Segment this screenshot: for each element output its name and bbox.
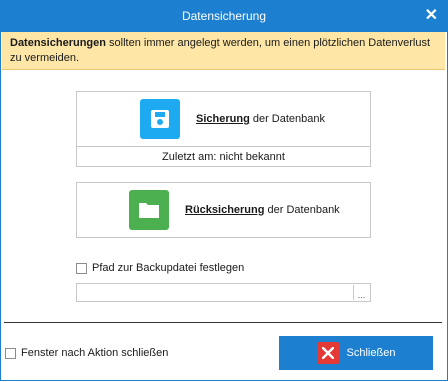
close-after-action-row[interactable]: Fenster nach Aktion schließen bbox=[5, 347, 168, 359]
close-after-action-checkbox[interactable] bbox=[5, 347, 16, 359]
close-icon[interactable]: ✕ bbox=[425, 7, 438, 25]
backup-path-checkbox-row[interactable]: Pfad zur Backupdatei festlegen bbox=[76, 262, 244, 274]
backup-button[interactable]: Sicherung der Datenbank bbox=[77, 92, 370, 146]
browse-button[interactable]: ... bbox=[353, 285, 369, 300]
footer-separator bbox=[4, 322, 442, 323]
floppy-disk-icon bbox=[140, 99, 180, 139]
close-after-action-label: Fenster nach Aktion schließen bbox=[21, 347, 169, 359]
banner-bold-text: Datensicherungen bbox=[10, 37, 106, 49]
backup-path-checkbox[interactable] bbox=[76, 262, 87, 274]
restore-label: Rücksicherung der Datenbank bbox=[185, 204, 340, 216]
info-banner: Datensicherungen sollten immer angelegt … bbox=[2, 32, 445, 70]
backup-status: Zuletzt am: nicht bekannt bbox=[77, 146, 370, 167]
restore-button[interactable]: Rücksicherung der Datenbank bbox=[77, 183, 370, 237]
restore-card: Rücksicherung der Datenbank bbox=[76, 182, 371, 238]
backup-path-field[interactable]: ... bbox=[76, 283, 371, 302]
backup-path-label: Pfad zur Backupdatei festlegen bbox=[92, 262, 245, 274]
title-bar: Datensicherung ✕ bbox=[0, 0, 448, 32]
close-button-label: Schließen bbox=[346, 347, 396, 359]
backup-card: Sicherung der Datenbank Zuletzt am: nich… bbox=[76, 91, 371, 167]
close-icon bbox=[316, 342, 339, 364]
window-title: Datensicherung bbox=[181, 9, 267, 23]
folder-icon bbox=[129, 190, 169, 230]
close-button[interactable]: Schließen bbox=[279, 336, 433, 370]
backup-label: Sicherung der Datenbank bbox=[196, 113, 326, 125]
